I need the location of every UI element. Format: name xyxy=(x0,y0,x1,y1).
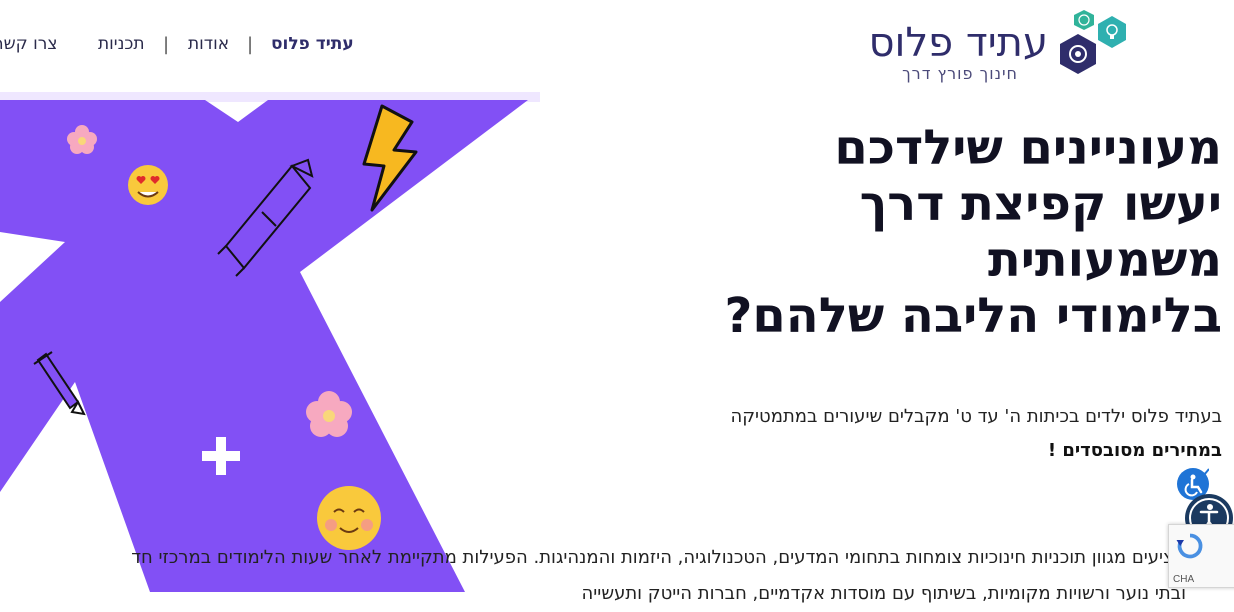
heart-eyes-emoji-icon xyxy=(128,165,168,205)
nav-contact[interactable]: צרו קשר xyxy=(0,34,57,54)
intro-text: בעתיד פלוס ילדים בכיתות ה' עד ט' מקבלים … xyxy=(730,406,1223,427)
intro-paragraph: בעתיד פלוס ילדים בכיתות ה' עד ט' מקבלים … xyxy=(602,400,1223,468)
headline-line: בלימודי הליבה שלהם? xyxy=(724,288,1222,344)
description-text-line2: ובתי נוער ורשויות מקומיות, בשיתוף עם מוס… xyxy=(581,583,1186,604)
nav-programs[interactable]: תכניות xyxy=(98,34,145,54)
hero-illustration xyxy=(0,92,540,592)
headline-line: יעשו קפיצת דרך xyxy=(859,176,1222,232)
logo-name: עתיד פלוס xyxy=(868,20,1048,66)
logo-hexagons-icon xyxy=(1060,10,1126,74)
recaptcha-label: CHA xyxy=(1173,574,1195,585)
description-paragraph: מציעים מגוון תוכניות חינוכיות צומחות בתח… xyxy=(0,540,1186,612)
logo-slogan: חינוך פורץ דרך xyxy=(902,64,1018,83)
nav-separator: | xyxy=(247,34,254,55)
recaptcha-icon xyxy=(1176,533,1203,559)
headline-line: מעוניינים שילדכם xyxy=(834,120,1222,176)
purple-x-shape xyxy=(0,100,528,592)
nav-about[interactable]: אודות xyxy=(188,34,229,54)
hero-headline: מעוניינים שילדכם יעשו קפיצת דרך משמעותית… xyxy=(622,120,1222,344)
description-text: מציעים מגוון תוכניות חינוכיות צומחות בתח… xyxy=(131,547,1186,568)
recaptcha-badge[interactable]: CHA xyxy=(1168,524,1234,588)
nav-separator: | xyxy=(163,34,170,55)
intro-bold-text: במחירים מסובסדים ! xyxy=(1047,440,1222,461)
headline-line: משמעותית xyxy=(987,232,1222,288)
nav-home[interactable]: עתיד פלוס xyxy=(271,34,354,54)
site-logo[interactable]: עתיד פלוס חינוך פורץ דרך xyxy=(860,8,1140,88)
